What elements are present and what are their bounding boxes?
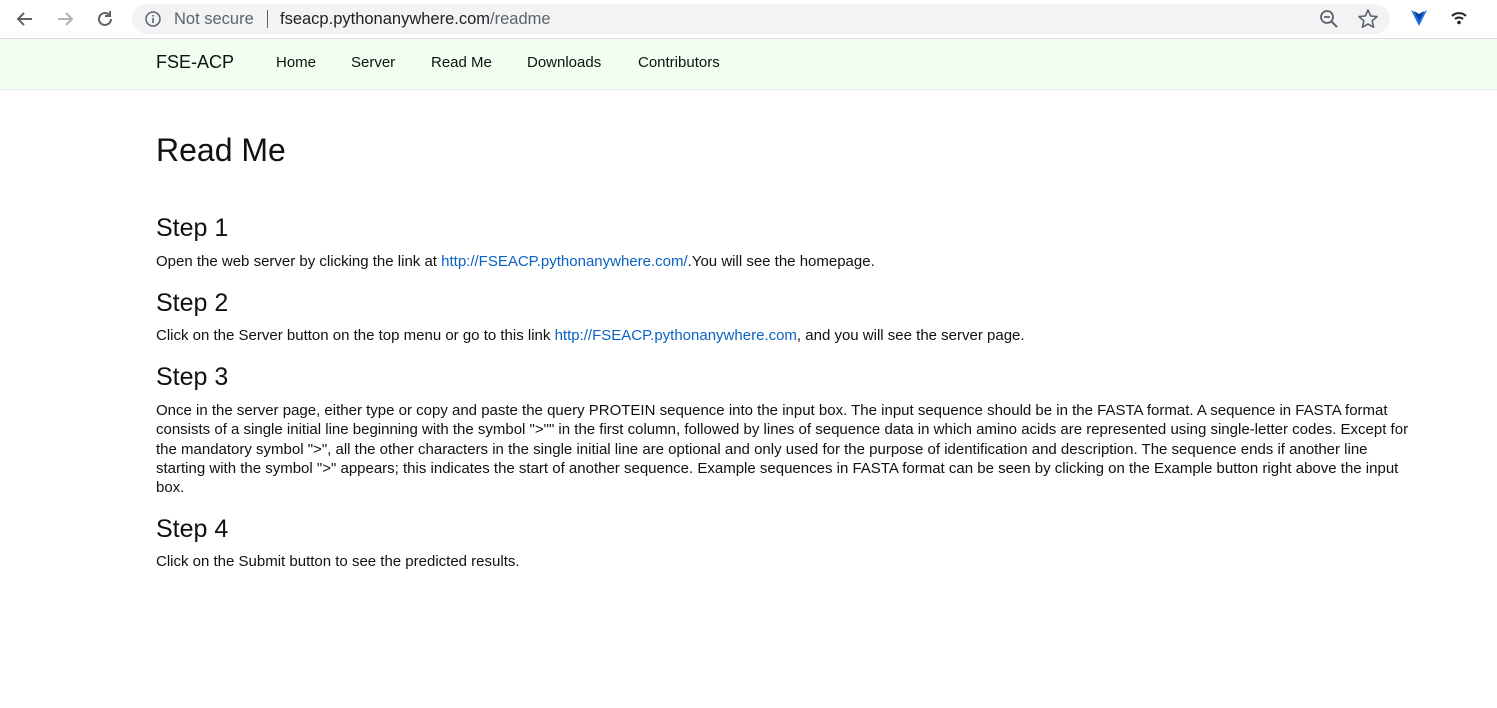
step-1-title: Step 1: [156, 214, 229, 242]
step-2-text: Click on the Server button on the top me…: [156, 326, 1414, 345]
nav-home[interactable]: Home: [276, 54, 316, 71]
url-host: fseacp.pythonanywhere.com: [280, 10, 491, 28]
address-divider: [267, 10, 268, 28]
nav-read-me[interactable]: Read Me: [431, 54, 492, 71]
info-icon[interactable]: [145, 11, 161, 32]
url-path: /readme: [490, 10, 551, 28]
address-bar[interactable]: Not secure fseacp.pythonanywhere.com/rea…: [132, 4, 1390, 34]
browser-toolbar: Not secure fseacp.pythonanywhere.com/rea…: [0, 0, 1497, 39]
step-4-text: Click on the Submit button to see the pr…: [156, 553, 520, 570]
step-2-text-before: Click on the Server button on the top me…: [156, 327, 555, 344]
step-2-text-after: , and you will see the server page.: [796, 327, 1025, 344]
forward-icon[interactable]: [53, 7, 77, 31]
step-1-text-before: Open the web server by clicking the link…: [156, 253, 442, 270]
zoom-icon[interactable]: [1319, 9, 1339, 34]
back-icon[interactable]: [13, 7, 37, 31]
step-3-text: Once in the server page, either type or …: [156, 402, 1409, 497]
step-1-text-after: .You will see the homepage.: [687, 253, 875, 270]
security-label[interactable]: Not secure: [174, 10, 254, 29]
step-1-text: Open the web server by clicking the link…: [156, 252, 1414, 271]
extension-shield-icon[interactable]: [1408, 7, 1430, 34]
nav-server[interactable]: Server: [351, 54, 395, 71]
brand-link[interactable]: FSE-ACP: [156, 52, 234, 73]
nav-contributors[interactable]: Contributors: [638, 54, 720, 71]
url-text[interactable]: fseacp.pythonanywhere.com/readme: [280, 10, 551, 29]
step-2-link[interactable]: http://FSEACP.pythonanywhere.com: [555, 327, 797, 344]
step-1-link[interactable]: http://FSEACP.pythonanywhere.com/: [441, 253, 688, 270]
step-4-title: Step 4: [156, 515, 229, 543]
step-2-title: Step 2: [156, 289, 229, 317]
step-3-title: Step 3: [156, 363, 229, 391]
site-navbar: FSE-ACP Home Server Read Me Downloads Co…: [0, 39, 1497, 90]
wifi-extension-icon[interactable]: [1450, 9, 1468, 32]
reload-icon[interactable]: [93, 7, 117, 31]
nav-downloads[interactable]: Downloads: [527, 54, 601, 71]
bookmark-star-icon[interactable]: [1357, 8, 1379, 35]
page-title: Read Me: [156, 132, 286, 168]
